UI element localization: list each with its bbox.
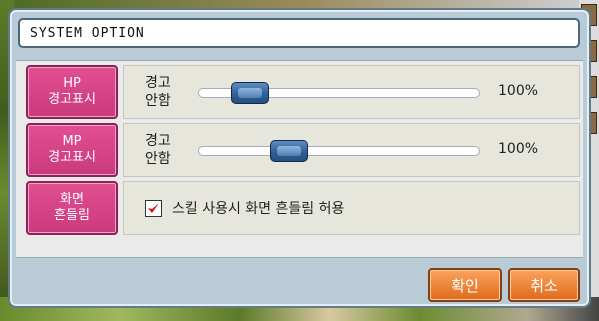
cancel-button[interactable]: 취소: [508, 268, 580, 302]
hp-warning-panel: 경고 안함 100%: [123, 65, 580, 119]
hp-slider-thumb[interactable]: [231, 82, 269, 104]
hp-warning-slider[interactable]: [198, 82, 480, 104]
screen-shake-label: 화면 흔들림: [26, 181, 118, 235]
mp-warning-label: MP 경고표시: [26, 123, 118, 177]
mp-warning-slider[interactable]: [198, 140, 480, 162]
screen-shake-row: 화면 흔들림 스킬 사용시 화면 흔들림 허용: [26, 181, 580, 235]
hp-warning-row: HP 경고표시 경고 안함 100%: [26, 65, 580, 119]
shake-label-line1: 화면: [60, 192, 84, 207]
hp-label-line1: HP: [63, 76, 81, 91]
hp-warn-off-label: 경고 안함: [145, 74, 185, 110]
mp-warning-row: MP 경고표시 경고 안함 100%: [26, 123, 580, 177]
mp-label-line1: MP: [62, 134, 82, 149]
mp-slider-thumb[interactable]: [270, 140, 308, 162]
check-mark-icon: [148, 203, 159, 213]
mp-warn-off-line2: 안함: [145, 151, 171, 167]
screen-shake-checkbox-label[interactable]: 스킬 사용시 화면 흔들림 허용: [172, 198, 344, 218]
mp-label-line2: 경고표시: [48, 150, 96, 165]
hp-warn-off-line2: 안함: [145, 93, 171, 109]
hp-warning-value: 100%: [498, 83, 539, 99]
mp-warn-off-label: 경고 안함: [145, 132, 185, 168]
hp-warning-label: HP 경고표시: [26, 65, 118, 119]
options-panel: HP 경고표시 경고 안함 100% MP 경고표시 경고 안함 100% 화면…: [16, 60, 583, 258]
ok-button[interactable]: 확인: [428, 268, 502, 302]
window-titlebar[interactable]: SYSTEM OPTION: [18, 18, 580, 48]
hp-warn-off-line1: 경고: [145, 75, 171, 91]
system-option-window: SYSTEM OPTION HP 경고표시 경고 안함 100% MP 경고표시…: [8, 8, 591, 308]
background-top-strip: [0, 0, 599, 8]
hp-label-line2: 경고표시: [48, 92, 96, 107]
mp-warning-panel: 경고 안함 100%: [123, 123, 580, 177]
shake-label-line2: 흔들림: [54, 208, 90, 223]
mp-warn-off-line1: 경고: [145, 133, 171, 149]
screen-shake-checkbox[interactable]: [145, 200, 162, 217]
ok-button-label: 확인: [451, 276, 479, 295]
screen-shake-panel: 스킬 사용시 화면 흔들림 허용: [123, 181, 580, 235]
mp-warning-value: 100%: [498, 141, 539, 157]
window-title: SYSTEM OPTION: [30, 25, 145, 41]
cancel-button-label: 취소: [530, 276, 558, 295]
